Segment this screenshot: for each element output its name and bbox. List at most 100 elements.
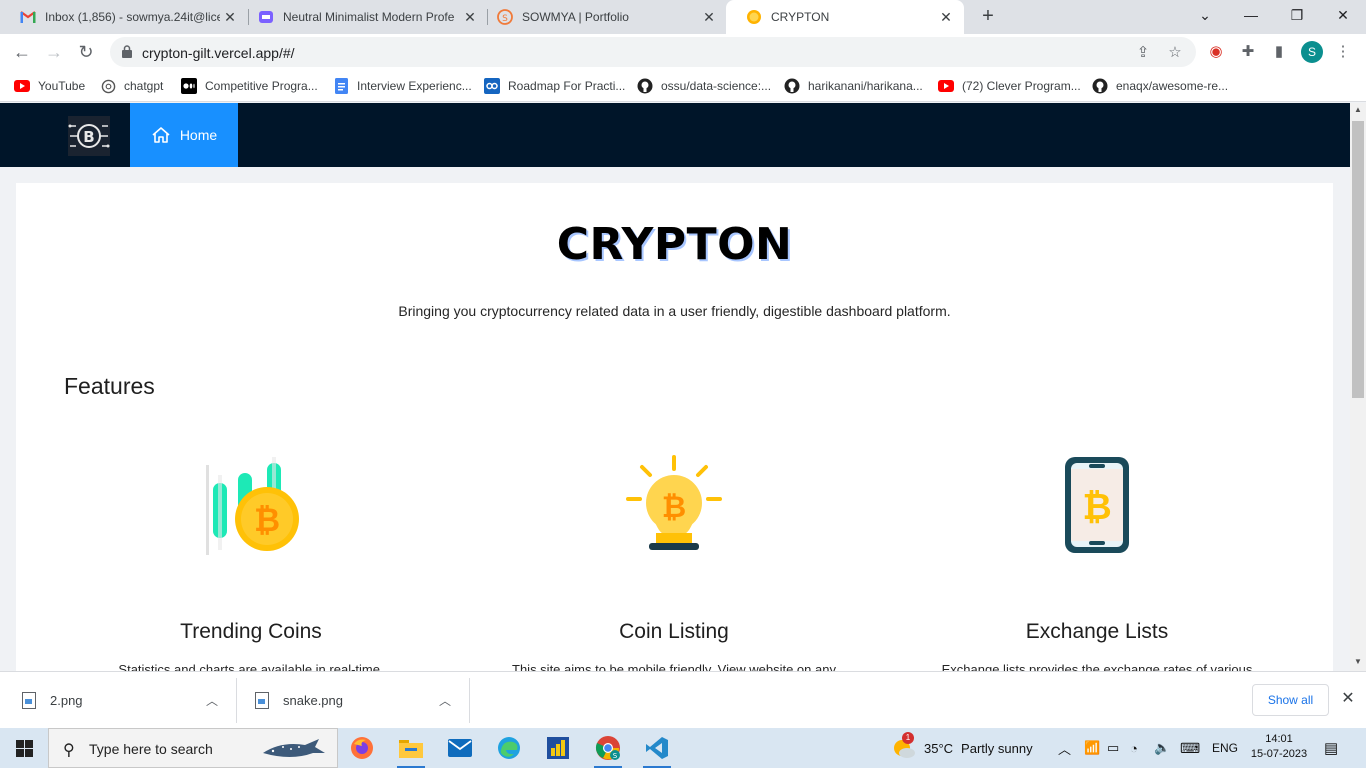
download-item[interactable]: 2.png ︿ bbox=[22, 672, 232, 729]
image-file-icon bbox=[255, 692, 269, 709]
page-scrollbar[interactable]: ▲ ▼ bbox=[1350, 103, 1366, 671]
feature-title: Trending Coins bbox=[180, 620, 322, 643]
bookmark-item[interactable]: enaqx/awesome-re... bbox=[1092, 77, 1228, 95]
battery-icon[interactable]: ▭ bbox=[1107, 728, 1119, 768]
roadmap-icon bbox=[484, 78, 500, 94]
nav-home-button[interactable]: Home bbox=[130, 103, 238, 167]
avatar[interactable]: S bbox=[1301, 41, 1323, 63]
download-filename: 2.png bbox=[50, 693, 83, 708]
close-icon[interactable]: ✕ bbox=[699, 9, 719, 26]
meet-now-icon[interactable]: ◔ bbox=[1130, 728, 1138, 768]
whale-shark-icon bbox=[263, 739, 325, 757]
weather-badge: 1 bbox=[902, 732, 914, 744]
reload-icon[interactable]: ↻ bbox=[74, 40, 98, 64]
bookmark-item[interactable]: YouTube bbox=[14, 77, 85, 95]
close-icon[interactable]: ✕ bbox=[220, 9, 240, 26]
chevron-up-icon[interactable]: ︿ bbox=[439, 692, 451, 709]
bookmark-label: YouTube bbox=[38, 79, 86, 93]
chevron-up-icon[interactable]: ︿ bbox=[206, 692, 218, 709]
vscode-taskbar-icon[interactable] bbox=[637, 732, 677, 768]
keyboard-icon[interactable]: ⌨ bbox=[1180, 728, 1200, 768]
nav-home-label: Home bbox=[179, 127, 218, 143]
bookmark-label: enaqx/awesome-re... bbox=[1116, 79, 1229, 93]
show-all-button[interactable]: Show all bbox=[1252, 684, 1329, 716]
bookmark-label: (72) Clever Program... bbox=[962, 79, 1081, 93]
bookmark-label: ossu/data-science:... bbox=[661, 79, 772, 93]
openai-icon bbox=[100, 78, 116, 94]
tab-canva[interactable]: Neutral Minimalist Modern Profe ✕ bbox=[238, 0, 488, 34]
mail-taskbar-icon[interactable] bbox=[440, 732, 480, 764]
weather-temperature: 35°C bbox=[924, 740, 954, 756]
bookmark-item[interactable]: chatgpt bbox=[100, 77, 163, 95]
powerbi-taskbar-icon[interactable] bbox=[538, 732, 578, 764]
svg-text:B: B bbox=[83, 128, 94, 146]
scroll-up-icon[interactable]: ▲ bbox=[1350, 105, 1366, 114]
bookmark-label: Roadmap For Practi... bbox=[508, 79, 626, 93]
bookmark-item[interactable]: Competitive Progra... bbox=[181, 77, 318, 95]
scrollbar-thumb[interactable] bbox=[1352, 121, 1364, 398]
url-text: crypton-gilt.vercel.app/#/ bbox=[142, 45, 295, 61]
bookmark-item[interactable]: ossu/data-science:... bbox=[637, 77, 771, 95]
taskbar-search-input[interactable]: ⚲ Type here to search bbox=[48, 728, 338, 768]
bookmark-item[interactable]: Interview Experienc... bbox=[333, 77, 472, 95]
image-file-icon bbox=[22, 692, 36, 709]
download-filename: snake.png bbox=[283, 693, 343, 708]
close-icon[interactable]: ✕ bbox=[936, 9, 956, 26]
bookmark-item[interactable]: (72) Clever Program... bbox=[938, 77, 1081, 95]
gmail-icon bbox=[20, 9, 36, 25]
window-close-button[interactable]: ✕ bbox=[1320, 0, 1366, 30]
menu-icon[interactable]: ⋮ bbox=[1334, 43, 1352, 61]
bookmark-item[interactable]: harikanani/harikana... bbox=[784, 77, 923, 95]
forward-icon[interactable]: → bbox=[42, 40, 66, 64]
share-icon[interactable]: ⇪ bbox=[1134, 44, 1152, 62]
windows-taskbar: ⚲ Type here to search S 1 35°C Partly su… bbox=[0, 728, 1366, 768]
svg-text:S: S bbox=[613, 752, 618, 760]
crypton-logo-icon[interactable]: B bbox=[68, 116, 110, 156]
back-icon[interactable]: ← bbox=[10, 40, 34, 64]
side-panel-icon[interactable]: ▮ bbox=[1270, 43, 1288, 61]
chevron-down-icon[interactable]: ⌄ bbox=[1182, 0, 1228, 30]
edge-taskbar-icon[interactable] bbox=[489, 732, 529, 764]
windows-start-button[interactable] bbox=[0, 728, 48, 768]
coin-icon bbox=[746, 9, 762, 25]
firefox-taskbar-icon[interactable] bbox=[342, 732, 382, 764]
bookmark-item[interactable]: Roadmap For Practi... bbox=[484, 77, 625, 95]
site-navbar: B Home bbox=[0, 103, 1350, 167]
scroll-down-icon[interactable]: ▼ bbox=[1350, 657, 1366, 666]
new-tab-button[interactable]: + bbox=[976, 5, 1000, 29]
svg-text:S: S bbox=[502, 14, 508, 24]
file-explorer-taskbar-icon[interactable] bbox=[391, 732, 431, 768]
weather-widget[interactable]: 1 35°C Partly sunny bbox=[892, 728, 1033, 768]
tab-gmail[interactable]: Inbox (1,856) - sowmya.24it@lice ✕ bbox=[0, 0, 248, 34]
docs-icon bbox=[333, 78, 349, 94]
tab-crypton[interactable]: CRYPTON ✕ bbox=[726, 0, 964, 34]
github-icon bbox=[784, 78, 800, 94]
star-icon[interactable]: ☆ bbox=[1166, 44, 1184, 62]
restore-button[interactable]: ❐ bbox=[1274, 0, 1320, 30]
chevron-up-icon[interactable]: ︿ bbox=[1058, 728, 1071, 768]
notifications-icon[interactable]: ▤ bbox=[1324, 728, 1338, 768]
bitcoin-phone-icon: ₿ bbox=[1065, 457, 1129, 553]
network-icon[interactable]: 📶 bbox=[1084, 728, 1100, 768]
github-icon bbox=[1092, 78, 1108, 94]
record-icon[interactable]: ◉ bbox=[1207, 43, 1225, 61]
tab-title: SOWMYA | Portfolio bbox=[522, 10, 629, 24]
tab-title: Neutral Minimalist Modern Profe bbox=[283, 10, 455, 24]
minimize-button[interactable]: — bbox=[1228, 0, 1274, 30]
download-item[interactable]: snake.png ︿ bbox=[255, 672, 465, 729]
page-title: CRYPTON bbox=[556, 219, 793, 270]
weather-sun-icon: 1 bbox=[892, 732, 916, 760]
chrome-taskbar-icon[interactable]: S bbox=[588, 732, 628, 768]
tab-portfolio[interactable]: S SOWMYA | Portfolio ✕ bbox=[477, 0, 727, 34]
features-heading: Features bbox=[64, 373, 155, 399]
address-bar[interactable]: crypton-gilt.vercel.app/#/ ⇪ ☆ bbox=[110, 37, 1196, 67]
web-page: B Home CRYPTON Bringing you cryptocurren… bbox=[0, 103, 1350, 671]
extensions-icon[interactable]: ✚ bbox=[1239, 43, 1257, 61]
system-clock[interactable]: 14:01 15-07-2023 bbox=[1244, 732, 1314, 762]
svg-text:₿: ₿ bbox=[1082, 487, 1111, 528]
feature-card-exchange: ₿ Exchange Lists Exchange lists provides… bbox=[887, 455, 1307, 671]
volume-icon[interactable]: 🔈 bbox=[1154, 728, 1170, 768]
feature-description: Exchange lists provides the exchange rat… bbox=[941, 662, 1253, 671]
close-icon[interactable]: ✕ bbox=[1338, 688, 1358, 708]
language-indicator[interactable]: ENG bbox=[1212, 728, 1238, 768]
